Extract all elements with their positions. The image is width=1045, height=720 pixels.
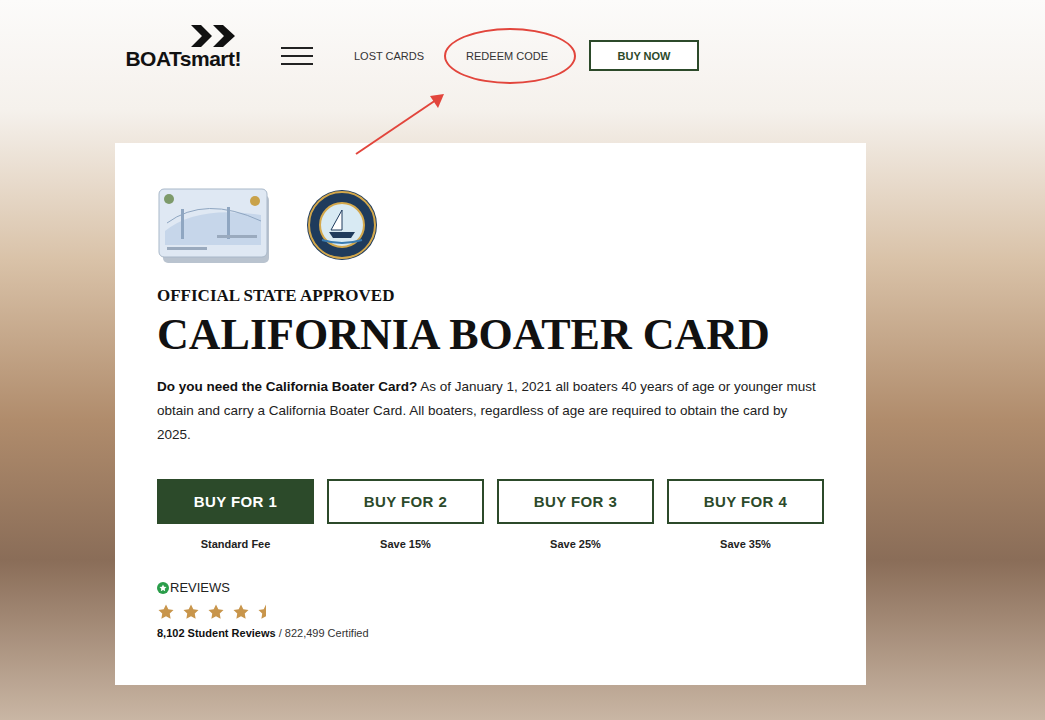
purchase-option: BUY FOR 3 Save 25% — [497, 479, 654, 550]
purchase-options: BUY FOR 1Standard FeeBUY FOR 2Save 15%BU… — [157, 479, 824, 550]
star-icon — [257, 603, 275, 621]
option-note: Save 35% — [720, 538, 771, 550]
star-rating — [157, 603, 824, 621]
menu-button[interactable] — [281, 47, 313, 65]
star-icon — [182, 603, 200, 621]
nav-link[interactable]: LOST CARDS — [354, 50, 424, 63]
intro-lead: Do you need the California Boater Card? — [157, 379, 417, 394]
option-note: Save 15% — [380, 538, 431, 550]
state-parks-seal-icon — [305, 188, 379, 262]
nav-link[interactable]: REDEEM CODE — [466, 50, 548, 63]
buy-button[interactable]: BUY FOR 1 — [157, 479, 314, 524]
intro-text: Do you need the California Boater Card? … — [157, 375, 817, 447]
option-note: Save 25% — [550, 538, 601, 550]
review-count: 8,102 Student Reviews / 822,499 Certifie… — [157, 627, 824, 639]
badges — [157, 185, 824, 265]
purchase-option: BUY FOR 1 Standard Fee — [157, 479, 314, 550]
reviews: REVIEWS 8,102 Student Reviews / 822,499 C… — [157, 580, 824, 639]
purchase-option: BUY FOR 4 Save 35% — [667, 479, 824, 550]
buy-now-button[interactable]: BUY NOW — [589, 40, 699, 71]
annotation-arrow-icon — [352, 88, 452, 160]
site-header: BOATsmart! LOST CARDS REDEEM CODE BUY NOW — [0, 0, 1045, 118]
reviews-badge-icon — [157, 582, 169, 594]
star-icon — [232, 603, 250, 621]
reviews-label: REVIEWS — [157, 580, 824, 595]
hamburger-icon — [281, 47, 313, 65]
reviews-label-text: REVIEWS — [170, 580, 230, 595]
star-icon — [157, 603, 175, 621]
buy-button[interactable]: BUY FOR 2 — [327, 479, 484, 524]
chevrons-logo-icon — [191, 25, 237, 47]
logo-text: BOATsmart! — [125, 47, 241, 71]
eyebrow: OFFICIAL STATE APPROVED — [157, 285, 824, 307]
option-note: Standard Fee — [201, 538, 271, 550]
certified-count: / 822,499 Certified — [279, 627, 369, 639]
product-card: OFFICIAL STATE APPROVEDCALIFORNIA BOATER… — [115, 143, 866, 685]
nav-links: LOST CARDS REDEEM CODE — [354, 50, 548, 63]
buy-button[interactable]: BUY FOR 3 — [497, 479, 654, 524]
page: BOATsmart! LOST CARDS REDEEM CODE BUY NOW… — [0, 0, 1045, 720]
logo[interactable]: BOATsmart! — [115, 25, 241, 71]
annotation-circle — [444, 28, 576, 84]
student-reviews: 8,102 Student Reviews — [157, 627, 276, 639]
buy-button[interactable]: BUY FOR 4 — [667, 479, 824, 524]
boater-card-icon — [157, 185, 273, 265]
star-icon — [207, 603, 225, 621]
purchase-option: BUY FOR 2 Save 15% — [327, 479, 484, 550]
page-title: CALIFORNIA BOATER CARD — [157, 309, 824, 361]
